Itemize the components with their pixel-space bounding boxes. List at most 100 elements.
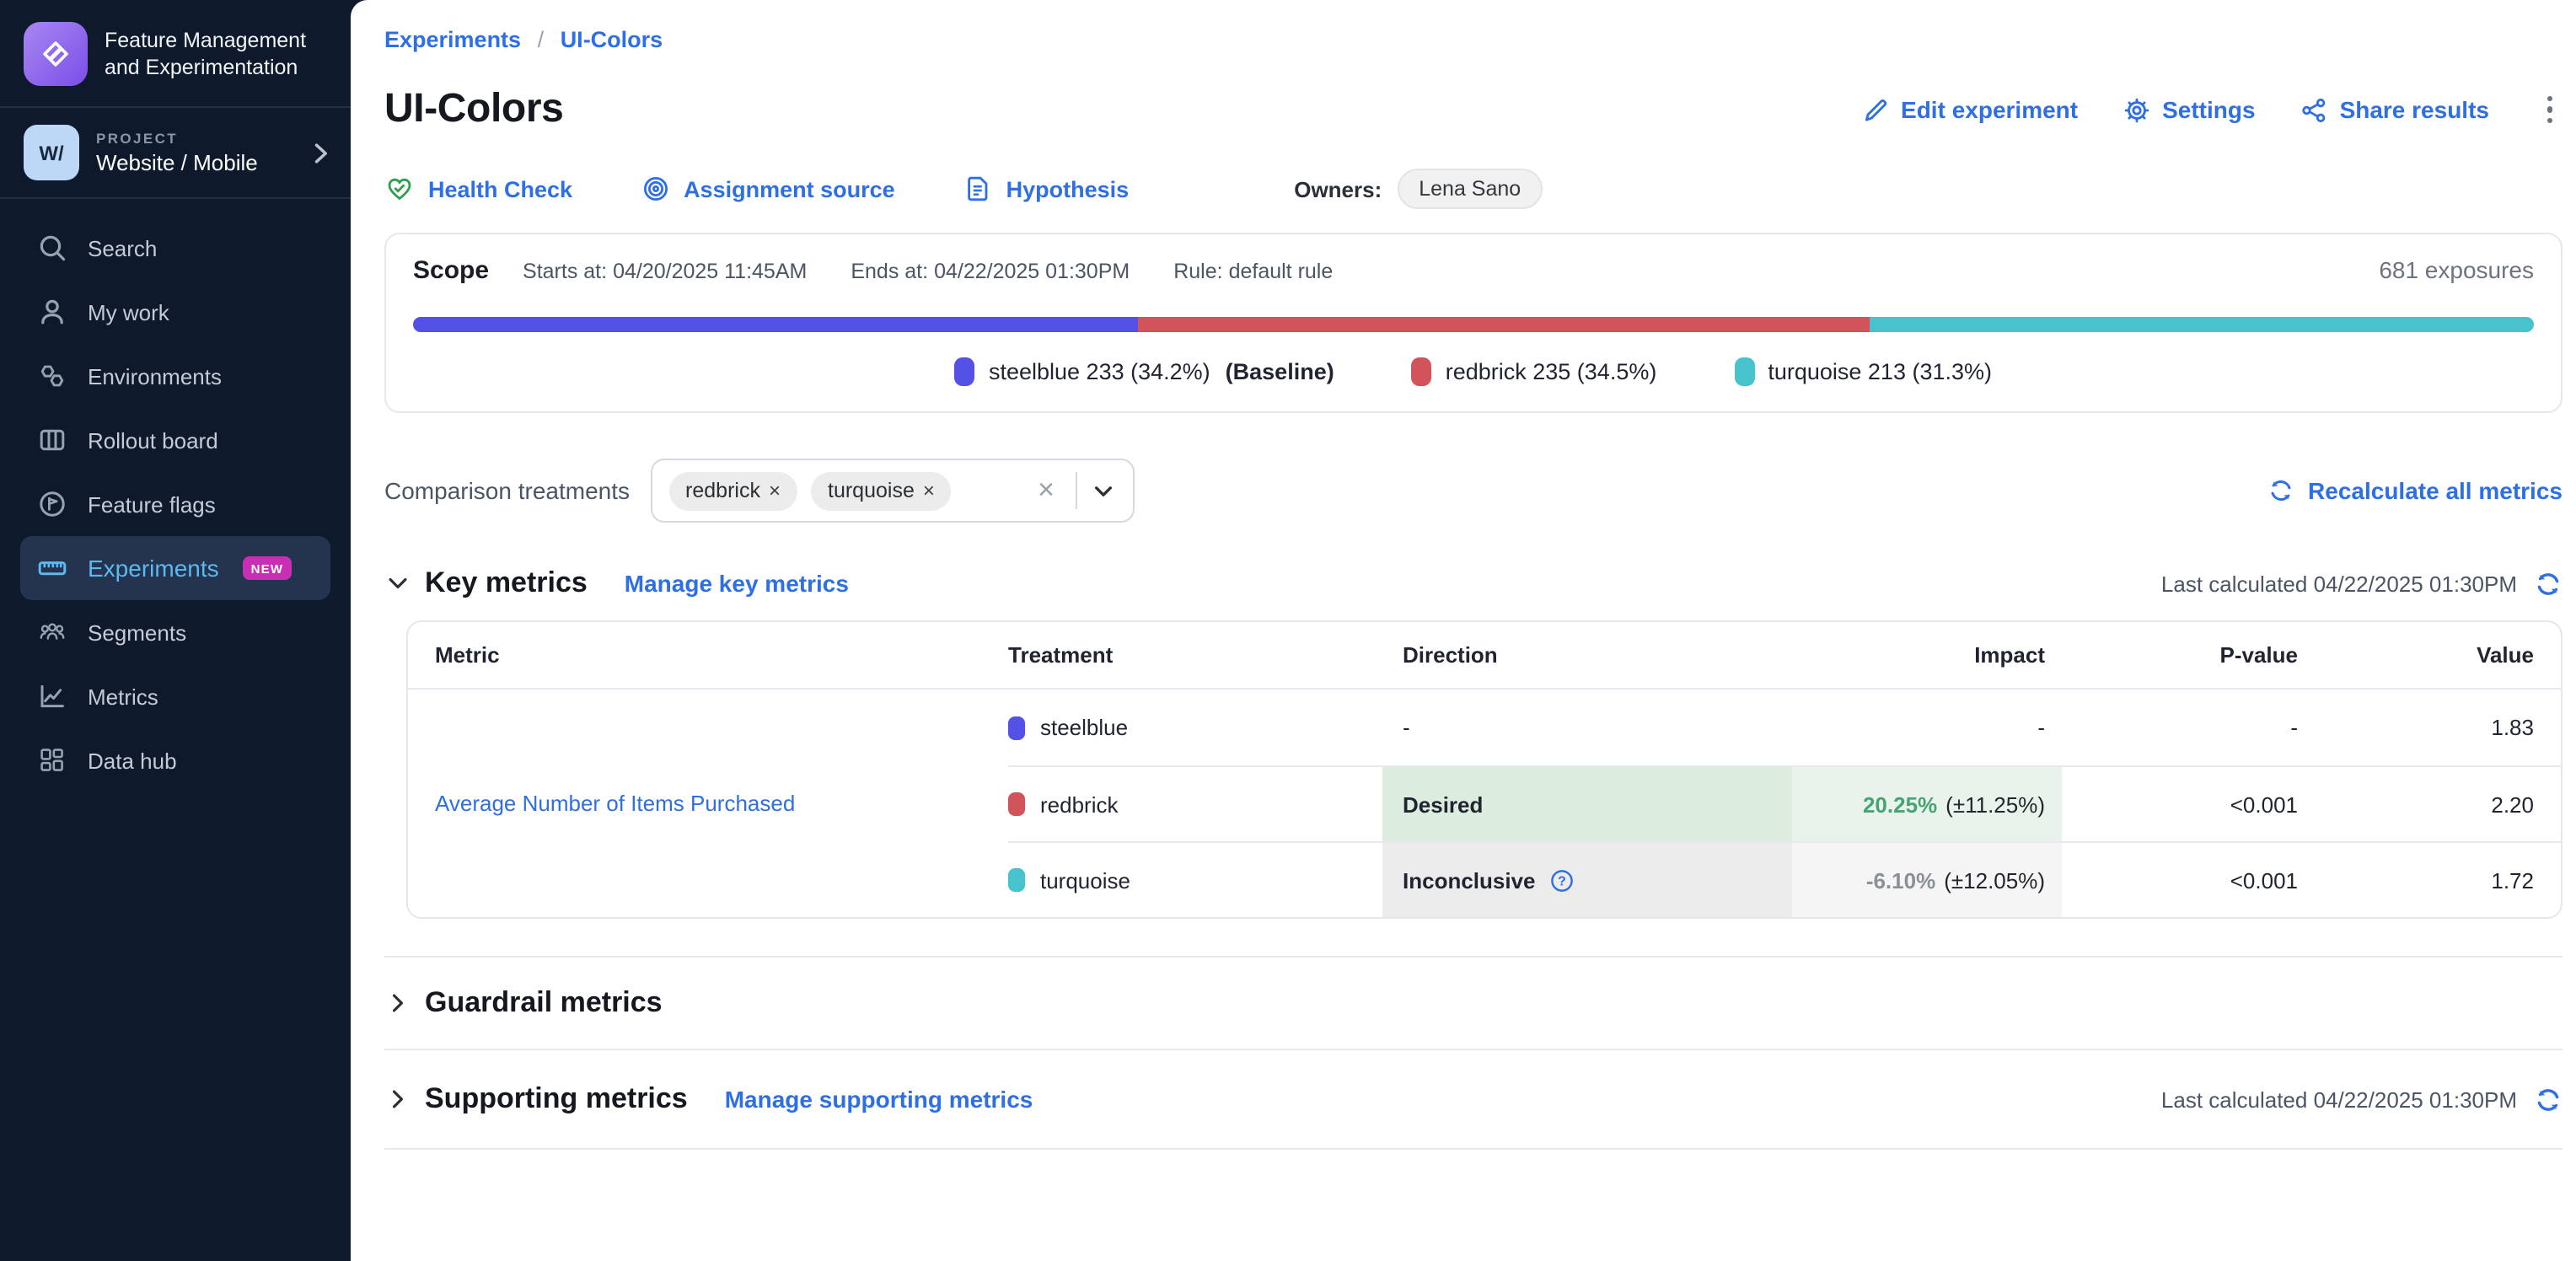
people-icon	[37, 617, 67, 647]
health-check-label: Health Check	[428, 176, 572, 201]
key-metrics-last-calculated: Last calculated 04/22/2025 01:30PM	[2161, 571, 2517, 596]
divider	[1075, 472, 1076, 509]
split-logo-icon	[24, 22, 88, 86]
health-check-link[interactable]: Health Check	[384, 174, 572, 204]
bar-segment-turquoise	[1870, 317, 2534, 332]
column-header-direction: Direction	[1382, 622, 1792, 690]
refresh-icon[interactable]	[2534, 1085, 2563, 1113]
sidebar-item-metrics[interactable]: Metrics	[20, 664, 330, 728]
settings-button[interactable]: Settings	[2122, 95, 2255, 124]
guardrail-metrics-title: Guardrail metrics	[425, 986, 663, 1020]
user-icon	[37, 297, 67, 327]
steelblue-swatch	[955, 357, 975, 386]
sidebar-item-experiments[interactable]: Experiments NEW	[20, 536, 330, 600]
redbrick-swatch	[1008, 792, 1025, 816]
sidebar-item-feature-flags[interactable]: Feature flags	[20, 472, 330, 536]
divider	[384, 1148, 2563, 1150]
sidebar-item-label: Rollout board	[88, 427, 218, 453]
refresh-icon[interactable]	[2534, 569, 2563, 598]
metric-name-link[interactable]: Average Number of Items Purchased	[435, 791, 795, 816]
brand: Feature Management and Experimentation	[0, 0, 351, 106]
comparison-treatments-select[interactable]: redbrick× turquoise× ×	[650, 459, 1134, 523]
clear-all-icon[interactable]: ×	[1031, 474, 1061, 507]
assignment-source-link[interactable]: Assignment source	[640, 174, 895, 204]
key-metrics-title: Key metrics	[425, 566, 588, 600]
new-badge: NEW	[243, 556, 292, 580]
help-icon[interactable]: ?	[1549, 867, 1575, 893]
supporting-metrics-expand-icon[interactable]	[384, 1086, 411, 1113]
sidebar-item-label: Metrics	[88, 684, 158, 709]
value-cell: 1.72	[2318, 841, 2561, 917]
guardrail-metrics-expand-icon[interactable]	[384, 990, 411, 1017]
direction-cell-desired: Desired	[1382, 765, 1792, 841]
hypothesis-label: Hypothesis	[1006, 176, 1130, 201]
manage-supporting-metrics-link[interactable]: Manage supporting metrics	[725, 1086, 1033, 1113]
edit-experiment-button[interactable]: Edit experiment	[1860, 95, 2078, 124]
pvalue-cell: <0.001	[2062, 841, 2318, 917]
steelblue-swatch	[1008, 716, 1025, 739]
share-icon	[2300, 95, 2328, 124]
svg-text:?: ?	[1558, 874, 1566, 888]
recalculate-all-metrics-label: Recalculate all metrics	[2308, 477, 2563, 504]
sidebar-item-label: Search	[88, 235, 157, 260]
treatment-cell: redbrick	[1008, 765, 1382, 841]
owners-label: Owners:	[1294, 176, 1382, 201]
hexagons-icon	[37, 361, 67, 391]
scope-rule: Rule: default rule	[1173, 260, 1333, 283]
sidebar-item-data-hub[interactable]: Data hub	[20, 728, 330, 792]
sidebar-item-my-work[interactable]: My work	[20, 280, 330, 344]
column-header-metric: Metric	[408, 622, 1008, 690]
recalculate-all-metrics-button[interactable]: Recalculate all metrics	[2267, 477, 2563, 504]
chevron-down-icon[interactable]	[1090, 478, 1115, 503]
hypothesis-link[interactable]: Hypothesis	[963, 174, 1130, 204]
manage-key-metrics-link[interactable]: Manage key metrics	[625, 570, 849, 597]
treatment-cell: turquoise	[1008, 841, 1382, 917]
pvalue-cell: <0.001	[2062, 765, 2318, 841]
column-header-impact: Impact	[1792, 622, 2062, 690]
distribution-legend: steelblue 233 (34.2%) (Baseline) redbric…	[413, 357, 2534, 386]
sidebar-item-label: Feature flags	[88, 491, 216, 517]
comparison-treatments-label: Comparison treatments	[384, 477, 630, 504]
remove-chip-icon[interactable]: ×	[923, 479, 935, 502]
page-title: UI-Colors	[384, 86, 563, 133]
key-metrics-table: Metric Treatment Direction Impact P-valu…	[406, 620, 2563, 919]
legend-item-redbrick: redbrick 235 (34.5%)	[1412, 357, 1657, 386]
remove-chip-icon[interactable]: ×	[769, 479, 781, 502]
treatment-cell: steelblue	[1008, 690, 1382, 765]
project-switcher[interactable]: W/ PROJECT Website / Mobile	[0, 108, 351, 197]
owner-pill: Lena Sano	[1397, 169, 1543, 209]
key-metrics-collapse-icon[interactable]	[384, 570, 411, 597]
refresh-icon	[2267, 477, 2294, 504]
chevron-right-icon	[307, 139, 334, 166]
breadcrumb-experiments-link[interactable]: Experiments	[384, 27, 521, 52]
chip-redbrick: redbrick×	[668, 471, 797, 510]
breadcrumb-current-link[interactable]: UI-Colors	[561, 27, 663, 52]
sidebar-item-rollout-board[interactable]: Rollout board	[20, 408, 330, 472]
pvalue-cell: -	[2062, 690, 2318, 765]
settings-label: Settings	[2162, 96, 2255, 123]
bar-segment-redbrick	[1138, 317, 1870, 332]
bar-segment-steelblue	[413, 317, 1138, 332]
share-results-button[interactable]: Share results	[2300, 95, 2489, 124]
supporting-metrics-title: Supporting metrics	[425, 1082, 688, 1116]
breadcrumb-separator: /	[538, 27, 545, 52]
sidebar-item-label: Data hub	[88, 748, 177, 773]
overflow-menu-button[interactable]	[2536, 93, 2563, 127]
sidebar-item-environments[interactable]: Environments	[20, 344, 330, 408]
scope-starts: Starts at: 04/20/2025 11:45AM	[523, 260, 807, 283]
sidebar-item-search[interactable]: Search	[20, 216, 330, 280]
project-name: Website / Mobile	[96, 150, 290, 175]
impact-cell: -6.10%(±12.05%)	[1792, 841, 2062, 917]
legend-item-steelblue: steelblue 233 (34.2%) (Baseline)	[955, 357, 1334, 386]
project-label: PROJECT	[96, 130, 290, 147]
impact-cell: -	[1792, 690, 2062, 765]
sidebar-item-label: Segments	[88, 620, 186, 645]
main-content: Experiments / UI-Colors UI-Colors Edit e…	[351, 0, 2576, 1261]
turquoise-swatch	[1008, 868, 1025, 892]
value-cell: 1.83	[2318, 690, 2561, 765]
direction-cell-inconclusive: Inconclusive ?	[1382, 841, 1792, 917]
scope-ends: Ends at: 04/22/2025 01:30PM	[851, 260, 1130, 283]
direction-cell: -	[1382, 690, 1792, 765]
chip-turquoise: turquoise×	[811, 471, 952, 510]
sidebar-item-segments[interactable]: Segments	[20, 600, 330, 664]
